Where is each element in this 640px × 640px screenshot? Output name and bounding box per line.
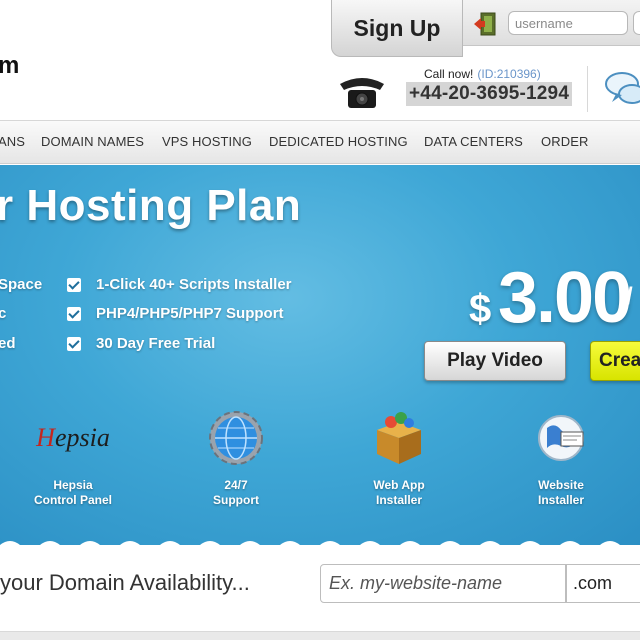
nav-item-order[interactable]: ORDER <box>541 134 588 149</box>
tld-select[interactable]: .com <box>566 564 640 603</box>
feature-tile-web-app-installer[interactable]: Web App Installer <box>339 410 459 508</box>
signup-button[interactable]: Sign Up <box>331 0 463 57</box>
feature-tile-label-line1: Web App <box>373 478 425 492</box>
nav-item-data-centers[interactable]: DATA CENTERS <box>424 134 523 149</box>
hero-banner: r Hosting Plan Space c ed 1-Click 40+ Sc… <box>0 165 640 545</box>
live-chat-icon[interactable] <box>602 68 640 110</box>
hepsia-logo: Hepsia <box>36 423 110 452</box>
feature-left-1: Space <box>0 276 43 293</box>
feature-left-2: c <box>0 305 7 322</box>
password-input-edge[interactable] <box>633 11 640 35</box>
hero-title: r Hosting Plan <box>0 181 302 230</box>
phone-number[interactable]: +44-20-3695-1294 <box>406 82 573 106</box>
feature-free-trial: 30 Day Free Trial <box>96 335 216 352</box>
feature-php-support: PHP4/PHP5/PHP7 Support <box>96 305 284 322</box>
nav-item-dedicated-hosting[interactable]: DEDICATED HOSTING <box>269 134 408 149</box>
feature-tile-label-line1: Website <box>538 478 584 492</box>
feature-tile-website-installer[interactable]: Website Installer <box>501 410 621 508</box>
main-nav: ANS DOMAIN NAMES VPS HOSTING DEDICATED H… <box>0 120 640 164</box>
checkmark-icon <box>67 337 81 351</box>
username-input[interactable] <box>508 11 628 35</box>
site-logo[interactable]: m <box>0 52 19 80</box>
checkmark-icon <box>67 278 81 292</box>
feature-tile-label-line2: Installer <box>537 493 585 507</box>
domain-search-input[interactable] <box>320 564 566 603</box>
nav-item-plans[interactable]: ANS <box>0 134 25 149</box>
nav-item-domain-names[interactable]: DOMAIN NAMES <box>41 134 144 149</box>
feature-tile-label: Web App Installer <box>339 478 459 508</box>
globe-gear-icon <box>209 411 263 465</box>
call-now-label: Call now! <box>424 67 474 81</box>
play-video-button[interactable]: Play Video <box>424 341 566 381</box>
feature-tile-hepsia[interactable]: Hepsia Hepsia Control Panel <box>13 410 133 508</box>
page: m Sign Up Call now!(ID:210396) +44-20-36… <box>0 0 640 640</box>
price-amount: 3.00 <box>498 258 632 338</box>
header-divider <box>587 66 588 112</box>
domain-search-band: your Domain Availability... .com <box>0 541 640 640</box>
feature-scripts-installer: 1-Click 40+ Scripts Installer <box>96 276 292 293</box>
nav-item-vps-hosting[interactable]: VPS HOSTING <box>162 134 252 149</box>
price-period: / <box>626 283 633 310</box>
feature-tile-label-line2: Control Panel <box>33 493 112 507</box>
login-door-icon[interactable] <box>472 11 498 37</box>
package-box-icon <box>377 412 421 464</box>
feature-tile-support[interactable]: 24/7 Support <box>176 410 296 508</box>
call-id: (ID:210396) <box>477 67 541 81</box>
feature-tile-label: 24/7 Support <box>176 478 296 508</box>
feature-left-3: ed <box>0 335 16 352</box>
price-currency: $ <box>469 287 492 331</box>
feature-tile-label-line1: Hepsia <box>53 478 93 492</box>
bottom-strip <box>0 631 640 640</box>
header: m Sign Up Call now!(ID:210396) +44-20-36… <box>0 0 640 120</box>
feature-tile-label-line1: 24/7 <box>224 478 248 492</box>
wave-divider <box>0 541 640 553</box>
globe-browser-icon <box>538 415 584 461</box>
domain-search-heading: your Domain Availability... <box>0 570 250 595</box>
feature-tile-label-line2: Installer <box>375 493 423 507</box>
checkmark-icon <box>67 307 81 321</box>
create-account-button[interactable]: Create <box>590 341 640 381</box>
feature-tile-label-line2: Support <box>213 493 259 507</box>
feature-tile-label: Hepsia Control Panel <box>13 478 133 508</box>
feature-tile-label: Website Installer <box>501 478 621 508</box>
telephone-icon <box>340 78 384 108</box>
call-now-text: Call now! (ID:210396) <box>424 67 541 81</box>
